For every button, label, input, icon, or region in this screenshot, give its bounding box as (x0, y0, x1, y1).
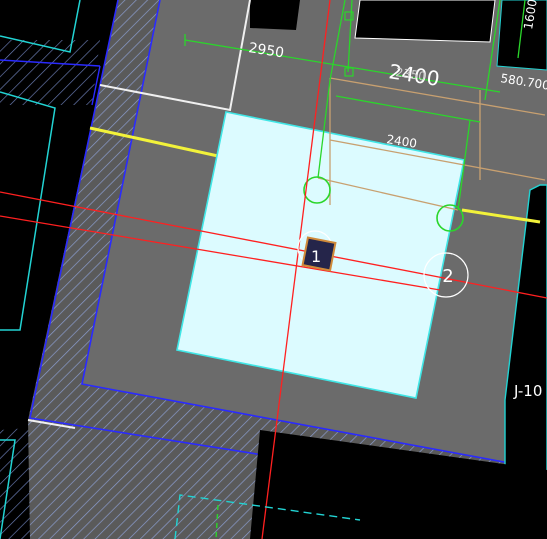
opening-top-a (250, 0, 300, 30)
opening-top-b (354, 0, 496, 43)
footing-tag: J-10 (513, 382, 542, 400)
grid-bubble-right-label: 2 (442, 266, 453, 287)
cad-drawing-canvas[interactable]: 2 1 2950 2400 2350 2400 580.700 1600 J-1… (0, 0, 547, 539)
opening-top-right (496, 0, 547, 71)
grid-bubble-center-label: 1 (311, 247, 321, 266)
left-hatch-upper (0, 40, 100, 105)
